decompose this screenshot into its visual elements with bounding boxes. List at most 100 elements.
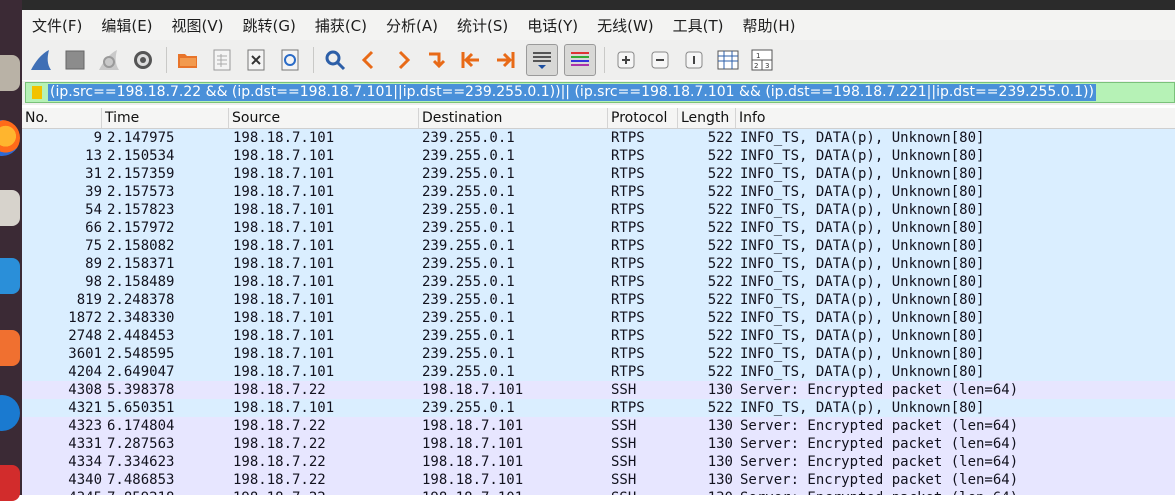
packet-no-cell: 39 xyxy=(85,184,102,200)
packet-len-cell: 522 xyxy=(707,346,733,362)
reload-file-button[interactable] xyxy=(277,47,303,73)
packet-time-cell: 2.157573 xyxy=(107,184,175,200)
go-back-button[interactable] xyxy=(356,47,382,73)
app-launcher-icon[interactable] xyxy=(0,465,20,501)
packet-info-cell: INFO_TS, DATA(p), Unknown[80] xyxy=(740,202,985,218)
zoom-out-button[interactable] xyxy=(647,47,673,73)
svg-text:3: 3 xyxy=(765,62,769,70)
menu-edit[interactable]: 编辑(E) xyxy=(101,15,152,36)
find-packet-button[interactable] xyxy=(322,47,348,73)
packet-dst-cell: 198.18.7.101 xyxy=(422,382,524,398)
open-file-button[interactable] xyxy=(175,47,201,73)
packet-info-cell: INFO_TS, DATA(p), Unknown[80] xyxy=(740,238,985,254)
first-packet-button[interactable] xyxy=(458,47,484,73)
packet-len-cell: 522 xyxy=(707,238,733,254)
packet-dst-cell: 198.18.7.101 xyxy=(422,472,524,488)
colorize-toggle[interactable] xyxy=(564,44,596,76)
autoscroll-toggle[interactable] xyxy=(526,44,558,76)
resize-columns-icon xyxy=(717,50,739,70)
packet-proto-cell: RTPS xyxy=(611,130,645,146)
table-row[interactable]: 2748 2.448453 198.18.7.101 239.255.0.1 RTPS 5… xyxy=(22,327,1175,345)
table-row[interactable]: 4340 7.486853 198.18.7.22 198.18.7.101 SSH 13… xyxy=(22,471,1175,489)
go-forward-button[interactable] xyxy=(390,47,416,73)
column-header-time[interactable]: Time xyxy=(102,108,229,128)
layout-button[interactable]: 1 23 xyxy=(749,47,775,73)
table-row[interactable]: 4331 7.287563 198.18.7.22 198.18.7.101 SSH 13… xyxy=(22,435,1175,453)
firefox-app-icon[interactable] xyxy=(0,120,20,156)
go-to-packet-button[interactable] xyxy=(424,47,450,73)
column-header-info[interactable]: Info xyxy=(736,108,1175,128)
packet-dst-cell: 239.255.0.1 xyxy=(422,364,515,380)
packet-time-cell: 7.287563 xyxy=(107,436,175,452)
zoom-in-button[interactable] xyxy=(613,47,639,73)
menu-capture[interactable]: 捕获(C) xyxy=(315,15,367,36)
table-row[interactable]: 54 2.157823 198.18.7.101 239.255.0.1 RTPS 522… xyxy=(22,201,1175,219)
table-row[interactable]: 31 2.157359 198.18.7.101 239.255.0.1 RTPS 522… xyxy=(22,165,1175,183)
files-app-icon[interactable] xyxy=(0,55,20,91)
app-launcher-icon[interactable] xyxy=(0,258,20,294)
packet-info-cell: Server: Encrypted packet (len=64) xyxy=(740,472,1019,488)
menu-statistics[interactable]: 统计(S) xyxy=(457,15,508,36)
packet-info-cell: Server: Encrypted packet (len=64) xyxy=(740,489,1018,495)
table-row[interactable]: 66 2.157972 198.18.7.101 239.255.0.1 RTPS 522… xyxy=(22,219,1175,237)
packet-proto-cell: RTPS xyxy=(611,256,645,272)
table-row[interactable]: 75 2.158082 198.18.7.101 239.255.0.1 RTPS 522… xyxy=(22,237,1175,255)
zoom-normal-button[interactable] xyxy=(681,47,707,73)
menu-tools[interactable]: 工具(T) xyxy=(673,15,724,36)
table-row[interactable]: 9 2.147975 198.18.7.101 239.255.0.1 RTPS 522 I… xyxy=(22,129,1175,147)
save-file-button[interactable] xyxy=(209,47,235,73)
packet-no-cell: 4321 xyxy=(68,400,102,416)
column-header-source[interactable]: Source xyxy=(229,108,419,128)
table-row[interactable]: 4321 5.650351 198.18.7.101 239.255.0.1 RTPS 5… xyxy=(22,399,1175,417)
table-row[interactable]: 4345 7.859218 198.18.7.22 198.18.7.101 SSH 13… xyxy=(22,489,1175,495)
last-packet-button[interactable] xyxy=(492,47,518,73)
table-row[interactable]: 13 2.150534 198.18.7.101 239.255.0.1 RTPS 522… xyxy=(22,147,1175,165)
column-header-protocol[interactable]: Protocol xyxy=(608,108,678,128)
capture-options-button[interactable] xyxy=(130,47,156,73)
menu-file[interactable]: 文件(F) xyxy=(32,15,82,36)
table-row[interactable]: 89 2.158371 198.18.7.101 239.255.0.1 RTPS 522… xyxy=(22,255,1175,273)
packet-dst-cell: 239.255.0.1 xyxy=(422,220,515,236)
packet-src-cell: 198.18.7.101 xyxy=(233,256,335,272)
camera-app-icon[interactable] xyxy=(0,190,20,226)
packet-proto-cell: SSH xyxy=(611,436,637,452)
table-row[interactable]: 4323 6.174804 198.18.7.22 198.18.7.101 SSH 13… xyxy=(22,417,1175,435)
packet-list-header: No. Time Source Destination Protocol Len… xyxy=(22,108,1175,129)
packet-no-cell: 98 xyxy=(85,274,102,290)
packet-list[interactable]: No. Time Source Destination Protocol Len… xyxy=(22,108,1175,495)
table-row[interactable]: 3601 2.548595 198.18.7.101 239.255.0.1 RTPS 5… xyxy=(22,345,1175,363)
resize-columns-button[interactable] xyxy=(715,47,741,73)
stop-capture-button[interactable] xyxy=(62,47,88,73)
packet-time-cell: 7.859218 xyxy=(107,489,174,495)
table-row[interactable]: 4334 7.334623 198.18.7.22 198.18.7.101 SSH 13… xyxy=(22,453,1175,471)
menu-go[interactable]: 跳转(G) xyxy=(243,15,296,36)
packet-len-cell: 522 xyxy=(707,184,733,200)
bookmark-icon[interactable] xyxy=(32,86,42,99)
table-row[interactable]: 1872 2.348330 198.18.7.101 239.255.0.1 RTPS 5… xyxy=(22,309,1175,327)
packet-dst-cell: 239.255.0.1 xyxy=(422,274,515,290)
close-file-button[interactable] xyxy=(243,47,269,73)
column-header-destination[interactable]: Destination xyxy=(419,108,608,128)
toolbar-separator xyxy=(166,47,167,73)
menu-view[interactable]: 视图(V) xyxy=(172,15,224,36)
menu-telephony[interactable]: 电话(Y) xyxy=(527,15,578,36)
display-filter-input[interactable]: (ip.src==198.18.7.22 && (ip.dst==198.18.… xyxy=(25,82,1175,103)
app-launcher-icon[interactable] xyxy=(0,330,20,366)
menu-wireless[interactable]: 无线(W) xyxy=(597,15,654,36)
packet-no-cell: 9 xyxy=(93,130,102,146)
column-header-no[interactable]: No. xyxy=(22,108,102,128)
table-row[interactable]: 4204 2.649047 198.18.7.101 239.255.0.1 RTPS 5… xyxy=(22,363,1175,381)
column-header-length[interactable]: Length xyxy=(678,108,736,128)
table-row[interactable]: 819 2.248378 198.18.7.101 239.255.0.1 RTPS 52… xyxy=(22,291,1175,309)
autoscroll-icon xyxy=(533,52,551,69)
table-row[interactable]: 98 2.158489 198.18.7.101 239.255.0.1 RTPS 522… xyxy=(22,273,1175,291)
table-row[interactable]: 39 2.157573 198.18.7.101 239.255.0.1 RTPS 522… xyxy=(22,183,1175,201)
help-app-icon[interactable] xyxy=(0,395,20,431)
packet-src-cell: 198.18.7.101 xyxy=(233,346,335,362)
packet-proto-cell: RTPS xyxy=(611,166,645,182)
start-capture-button[interactable] xyxy=(28,47,54,73)
restart-capture-button[interactable] xyxy=(96,47,122,73)
menu-help[interactable]: 帮助(H) xyxy=(743,15,796,36)
menu-analyze[interactable]: 分析(A) xyxy=(386,15,438,36)
table-row[interactable]: 4308 5.398378 198.18.7.22 198.18.7.101 SSH 13… xyxy=(22,381,1175,399)
